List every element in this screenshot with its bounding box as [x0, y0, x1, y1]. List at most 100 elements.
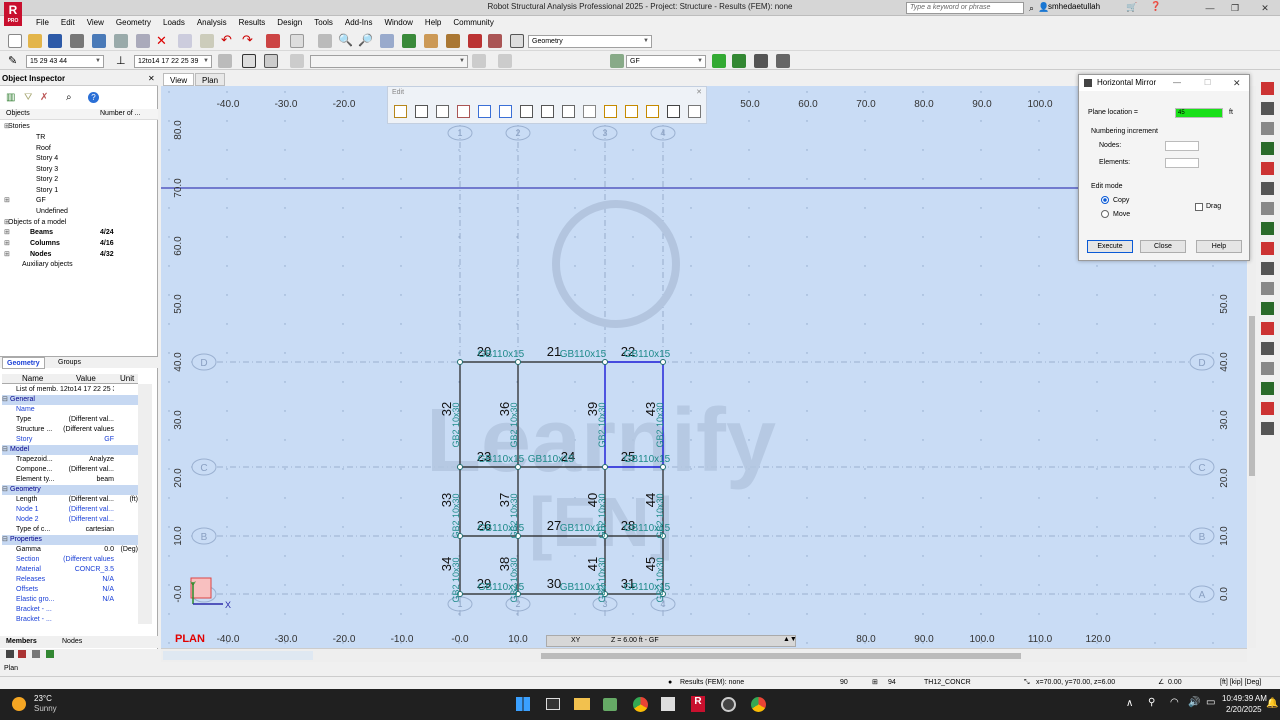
- prop-value[interactable]: (Different val...: [60, 505, 114, 515]
- status-units[interactable]: [ft] [kip] [Deg]: [1220, 677, 1261, 688]
- tab-geometry[interactable]: Geometry: [2, 357, 45, 369]
- offset-icon[interactable]: [562, 105, 575, 118]
- tab-groups[interactable]: Groups: [54, 357, 85, 369]
- tree-columns[interactable]: Columns: [30, 240, 60, 247]
- right-tool-icon[interactable]: [1261, 382, 1274, 395]
- help-icon[interactable]: ❓: [1150, 1, 1161, 12]
- notepad-icon[interactable]: [661, 697, 675, 711]
- intersect-icon[interactable]: [604, 105, 617, 118]
- tree-story[interactable]: Story 3: [36, 166, 58, 173]
- right-tool-icon[interactable]: [1261, 422, 1274, 435]
- dialog-maximize-icon[interactable]: ☐: [1204, 78, 1211, 87]
- nodes-icon[interactable]: [424, 34, 438, 48]
- edit-pencil-icon[interactable]: [394, 105, 407, 118]
- paste-icon[interactable]: [200, 34, 214, 48]
- display-icon[interactable]: [242, 54, 256, 68]
- grid-icon[interactable]: [264, 54, 278, 68]
- right-tool-icon[interactable]: [1261, 322, 1274, 335]
- right-tool-icon[interactable]: [1261, 222, 1274, 235]
- table-icon[interactable]: [266, 34, 280, 48]
- menu-view[interactable]: View: [81, 16, 110, 30]
- expand-icon[interactable]: ⊞: [4, 218, 10, 226]
- dialog-minimize-icon[interactable]: —: [1173, 78, 1181, 87]
- maximize-icon[interactable]: ❐: [1225, 1, 1245, 15]
- minimize-icon[interactable]: —: [1200, 1, 1220, 15]
- right-tool-icon[interactable]: [1261, 282, 1274, 295]
- expand-icon[interactable]: ⊞: [4, 122, 10, 130]
- menu-edit[interactable]: Edit: [55, 16, 81, 30]
- select-bars-icon[interactable]: ⊥: [116, 54, 126, 67]
- model-icon[interactable]: [92, 34, 106, 48]
- prop-value[interactable]: 0.0: [60, 545, 114, 555]
- prop-row[interactable]: Node 2 (Different val...: [2, 515, 138, 525]
- right-tool-icon[interactable]: [1261, 82, 1274, 95]
- find-icon[interactable]: ⌕: [66, 92, 72, 103]
- obs-icon[interactable]: [721, 697, 736, 712]
- weather-icon[interactable]: [12, 697, 26, 711]
- prop-row[interactable]: Material CONCR_3.5: [2, 565, 138, 575]
- chart-tool-icon[interactable]: [46, 650, 54, 658]
- coord-arrows-icon[interactable]: ▲▼: [783, 636, 797, 643]
- menu-community[interactable]: Community: [447, 16, 499, 30]
- prop-row[interactable]: Name: [2, 405, 138, 415]
- supports-icon[interactable]: [468, 34, 482, 48]
- rotate-icon[interactable]: [436, 105, 449, 118]
- cut-icon[interactable]: [625, 105, 638, 118]
- tree-story[interactable]: GF: [36, 197, 46, 204]
- node-selection-combo[interactable]: 15 29 43 44 ▼: [26, 55, 104, 68]
- clock-date[interactable]: 2/20/2025: [1226, 705, 1262, 714]
- prop-value[interactable]: (Different values: [60, 555, 114, 565]
- prop-row[interactable]: Compone... (Different val...: [2, 465, 138, 475]
- tree-objects-of-model[interactable]: Objects of a model: [8, 219, 66, 226]
- h-scroll-thumb[interactable]: [541, 653, 1021, 659]
- prop-value[interactable]: N/A: [60, 575, 114, 585]
- tree-filter-icon[interactable]: ▥: [6, 92, 15, 103]
- prop-row[interactable]: Type of c... cartesian: [2, 525, 138, 535]
- layout-icon[interactable]: [290, 34, 304, 48]
- close-button[interactable]: Close: [1140, 240, 1186, 253]
- collapse-icon[interactable]: ⊟: [2, 535, 8, 545]
- prop-row[interactable]: Type (Different val...: [2, 415, 138, 425]
- copy-icon[interactable]: [178, 34, 192, 48]
- prop-row[interactable]: Node 1 (Different val...: [2, 505, 138, 515]
- expand-icon[interactable]: ⊞: [4, 196, 10, 204]
- wifi-icon[interactable]: ◠: [1170, 697, 1179, 708]
- tree-nodes[interactable]: Nodes: [30, 251, 51, 258]
- menu-help[interactable]: Help: [419, 16, 447, 30]
- execute-button[interactable]: Execute: [1087, 240, 1133, 253]
- measure-icon[interactable]: [290, 54, 304, 68]
- right-tool-icon[interactable]: [1261, 262, 1274, 275]
- prop-section[interactable]: General ⊟: [2, 395, 138, 405]
- prop-row[interactable]: Story GF: [2, 435, 138, 445]
- zoom-window-icon[interactable]: 🔎: [358, 33, 373, 47]
- prop-row[interactable]: Releases N/A: [2, 575, 138, 585]
- scale-icon[interactable]: [457, 105, 470, 118]
- help-button[interactable]: Help: [1196, 240, 1242, 253]
- save-icon[interactable]: [48, 34, 62, 48]
- file-explorer-icon[interactable]: [574, 698, 590, 710]
- collapse-icon[interactable]: ⊟: [2, 485, 8, 495]
- right-tool-icon[interactable]: [1261, 202, 1274, 215]
- tree-stories[interactable]: Stories: [8, 123, 30, 130]
- prop-section[interactable]: Geometry ⊟: [2, 485, 138, 495]
- volume-icon[interactable]: 🔊: [1188, 697, 1200, 708]
- extend-icon[interactable]: [541, 105, 554, 118]
- right-tool-icon[interactable]: [1261, 242, 1274, 255]
- tree-beams[interactable]: Beams: [30, 229, 53, 236]
- tree-story[interactable]: TR: [36, 134, 45, 141]
- screen-capture-icon[interactable]: [136, 34, 150, 48]
- layout-combo[interactable]: Geometry ▼: [528, 35, 652, 48]
- preview-icon[interactable]: [114, 34, 128, 48]
- right-tool-icon[interactable]: [1261, 302, 1274, 315]
- user-name[interactable]: smhedaetullah: [1048, 2, 1100, 11]
- structure-icon[interactable]: [402, 34, 416, 48]
- right-tool-icon[interactable]: [1261, 142, 1274, 155]
- story-table-icon[interactable]: [754, 54, 768, 68]
- task-view-icon[interactable]: [546, 698, 560, 710]
- store-icon[interactable]: [603, 698, 617, 711]
- sections-icon[interactable]: [488, 34, 502, 48]
- prop-row[interactable]: Trapezoid... Analyze: [2, 455, 138, 465]
- tree-auxiliary-objects[interactable]: Auxiliary objects: [22, 261, 73, 268]
- mirror-horizontal-icon[interactable]: [499, 105, 512, 118]
- menu-addins[interactable]: Add-Ins: [339, 16, 379, 30]
